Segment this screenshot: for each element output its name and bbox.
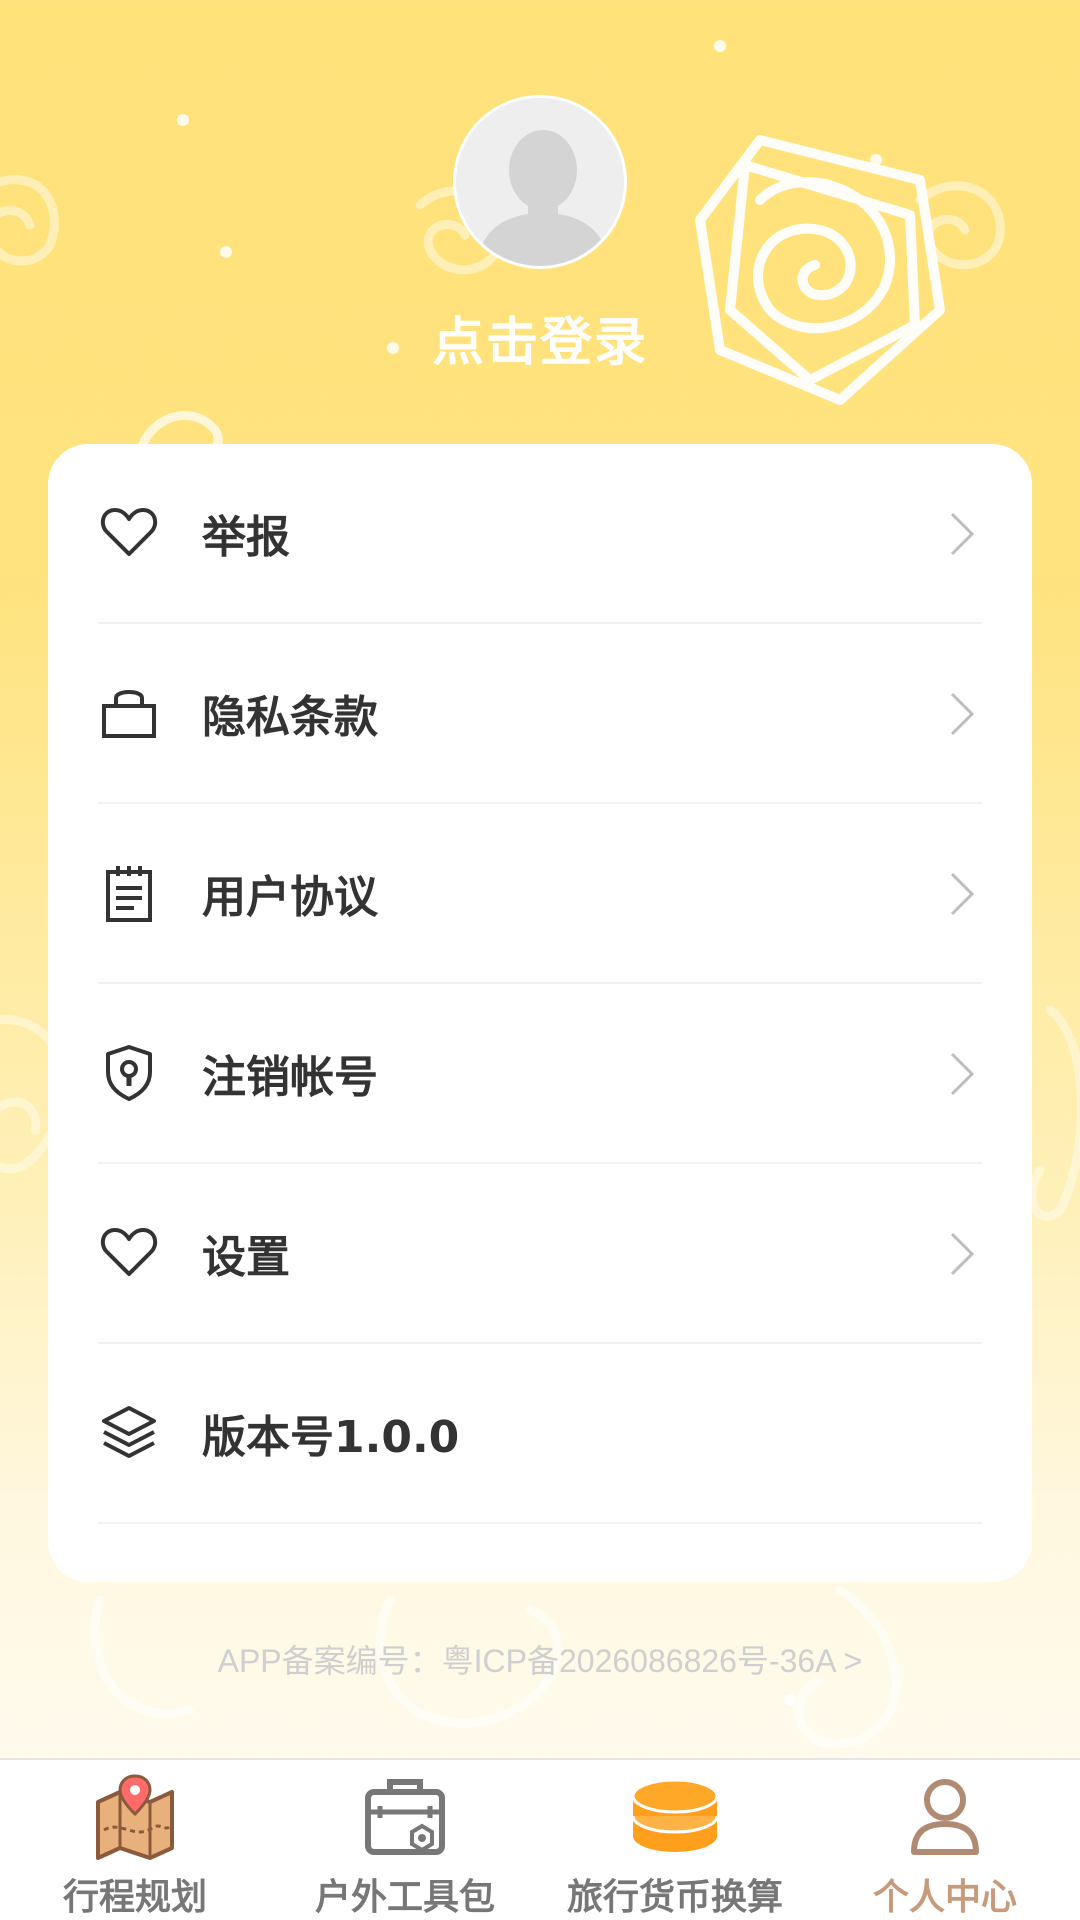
heart-icon (98, 502, 160, 564)
bottom-tab-bar: 行程规划 户外工具包 旅行货币换算 个人中心 (0, 1758, 1080, 1920)
menu-item-label: 用户协议 (202, 872, 378, 923)
layers-icon (98, 1402, 160, 1464)
menu-item-report[interactable]: 举报 (98, 444, 982, 624)
version-label: 版本号1.0.0 (202, 1412, 460, 1463)
tab-label: 行程规划 (62, 1877, 207, 1918)
tab-itinerary[interactable]: 行程规划 (0, 1760, 270, 1920)
sparkle-dot (784, 1694, 796, 1706)
menu-item-label: 隐私条款 (202, 692, 378, 743)
person-icon (911, 1779, 979, 1855)
map-pin-icon (96, 1774, 174, 1860)
chevron-right-icon (950, 1232, 975, 1276)
menu-item-settings[interactable]: 设置 (98, 1164, 982, 1344)
menu-item-label: 举报 (202, 512, 290, 563)
shield-keyhole-icon (98, 1042, 160, 1104)
tab-label: 旅行货币换算 (566, 1877, 783, 1918)
login-button[interactable]: 点击登录 (0, 300, 1080, 375)
menu-card: 举报 隐私条款 用户协议 注销帐号 设置 版本号1.0.0 (48, 444, 1032, 1582)
notepad-icon (98, 862, 160, 924)
bag-icon (98, 682, 160, 744)
menu-item-version: 版本号1.0.0 (98, 1344, 982, 1524)
avatar[interactable] (453, 95, 627, 269)
tab-label: 个人中心 (872, 1877, 1017, 1918)
chevron-right-icon (950, 692, 975, 736)
menu-item-privacy[interactable]: 隐私条款 (98, 624, 982, 804)
coins-icon (631, 1778, 719, 1852)
menu-item-label: 设置 (202, 1232, 290, 1283)
chevron-right-icon (950, 512, 975, 556)
menu-item-user-agreement[interactable]: 用户协议 (98, 804, 982, 984)
tab-label: 户外工具包 (314, 1877, 495, 1918)
default-user-avatar-icon (456, 98, 624, 266)
tab-currency-converter[interactable]: 旅行货币换算 (540, 1760, 810, 1920)
profile-header: 点击登录 (0, 0, 1080, 420)
icp-record-link[interactable]: APP备案编号：粤ICP备2026086826号-36A > (0, 1636, 1080, 1682)
toolkit-icon (365, 1779, 445, 1855)
chevron-right-icon (950, 1052, 975, 1096)
chevron-right-icon (950, 872, 975, 916)
menu-item-label: 注销帐号 (202, 1052, 378, 1103)
menu-item-delete-account[interactable]: 注销帐号 (98, 984, 982, 1164)
heart-icon (98, 1222, 160, 1284)
tab-outdoor-toolkit[interactable]: 户外工具包 (270, 1760, 540, 1920)
tab-personal-center[interactable]: 个人中心 (810, 1760, 1080, 1920)
